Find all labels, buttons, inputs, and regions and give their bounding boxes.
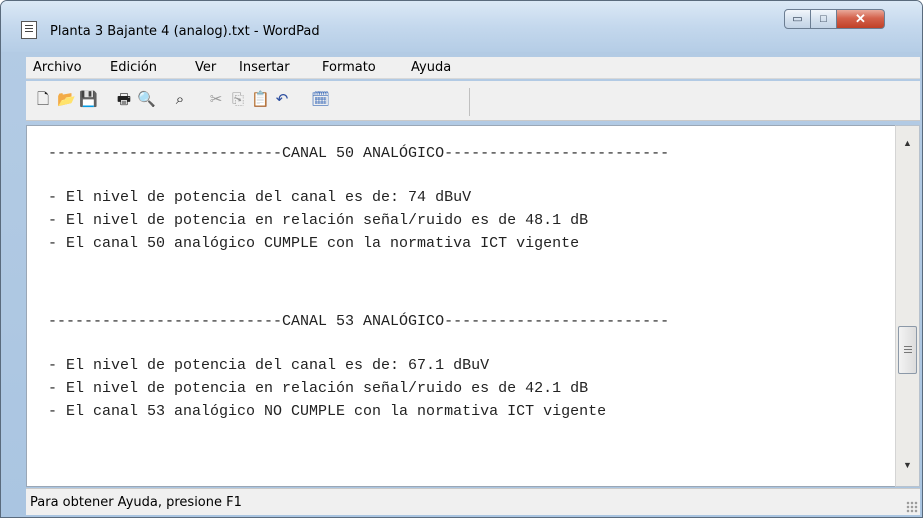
- document-line: - El canal 50 analógico CUMPLE con la no…: [48, 235, 580, 252]
- find-binoculars-icon[interactable]: ⌕: [171, 91, 189, 109]
- wordpad-window: Planta 3 Bajante 4 (analog).txt - WordPa…: [0, 0, 923, 518]
- scroll-grip-line: [904, 346, 912, 347]
- menu-ver[interactable]: Ver: [195, 60, 216, 75]
- document-line: - El canal 53 analógico NO CUMPLE con la…: [48, 403, 607, 420]
- menu-insertar[interactable]: Insertar: [239, 60, 290, 75]
- save-disk-icon[interactable]: 💾: [79, 91, 98, 109]
- notepad-document-icon[interactable]: [21, 21, 37, 39]
- scroll-down-icon[interactable]: ▼: [900, 458, 915, 473]
- vertical-scrollbar[interactable]: ▲ ▼: [895, 125, 920, 487]
- maximize-button[interactable]: □: [811, 9, 837, 29]
- copy-icon[interactable]: ⎘: [229, 91, 247, 109]
- scroll-grip-line: [904, 352, 912, 353]
- menu-edicion[interactable]: Edición: [110, 60, 157, 75]
- menu-ayuda[interactable]: Ayuda: [411, 60, 451, 75]
- print-preview-icon[interactable]: 🔍: [137, 91, 156, 109]
- resize-grip-icon[interactable]: [906, 501, 918, 513]
- new-document-icon[interactable]: 🗋: [34, 91, 52, 109]
- document-line: - El nivel de potencia del canal es de: …: [48, 357, 490, 374]
- status-text: Para obtener Ayuda, presione F1: [30, 495, 242, 510]
- status-bar: Para obtener Ayuda, presione F1: [26, 488, 920, 515]
- scroll-grip-line: [904, 349, 912, 350]
- menu-bar: Archivo Edición Ver Insertar Formato Ayu…: [26, 57, 920, 79]
- scroll-up-icon[interactable]: ▲: [900, 136, 915, 151]
- undo-icon[interactable]: ↶: [273, 91, 291, 109]
- print-icon[interactable]: 🖶: [115, 91, 133, 109]
- document-line: - El nivel de potencia en relación señal…: [48, 380, 589, 397]
- document-line: --------------------------CANAL 50 ANALÓ…: [48, 145, 670, 162]
- document-line: - El nivel de potencia en relación señal…: [48, 212, 589, 229]
- minimize-button[interactable]: ▭: [784, 9, 811, 29]
- document-line: - El nivel de potencia del canal es de: …: [48, 189, 472, 206]
- scroll-thumb[interactable]: [898, 326, 917, 374]
- paste-icon[interactable]: 📋: [251, 91, 270, 109]
- cut-scissors-icon[interactable]: ✂: [207, 91, 225, 109]
- menu-archivo[interactable]: Archivo: [33, 60, 82, 75]
- open-folder-icon[interactable]: 📂: [57, 91, 76, 109]
- toolbar: 🗋 📂 💾 🖶 🔍 ⌕ ✂ ⎘ 📋 ↶ 🗓: [26, 81, 920, 121]
- window-title: Planta 3 Bajante 4 (analog).txt - WordPa…: [50, 24, 320, 39]
- toolbar-button-group: 🗋 📂 💾 🖶 🔍 ⌕ ✂ ⎘ 📋 ↶ 🗓: [26, 88, 470, 116]
- menu-formato[interactable]: Formato: [322, 60, 376, 75]
- title-bar[interactable]: Planta 3 Bajante 4 (analog).txt - WordPa…: [1, 1, 922, 52]
- date-time-icon[interactable]: 🗓: [311, 91, 330, 109]
- document-line: --------------------------CANAL 53 ANALÓ…: [48, 313, 670, 330]
- close-button[interactable]: ✕: [837, 9, 885, 29]
- document-text-area[interactable]: --------------------------CANAL 50 ANALÓ…: [26, 125, 895, 487]
